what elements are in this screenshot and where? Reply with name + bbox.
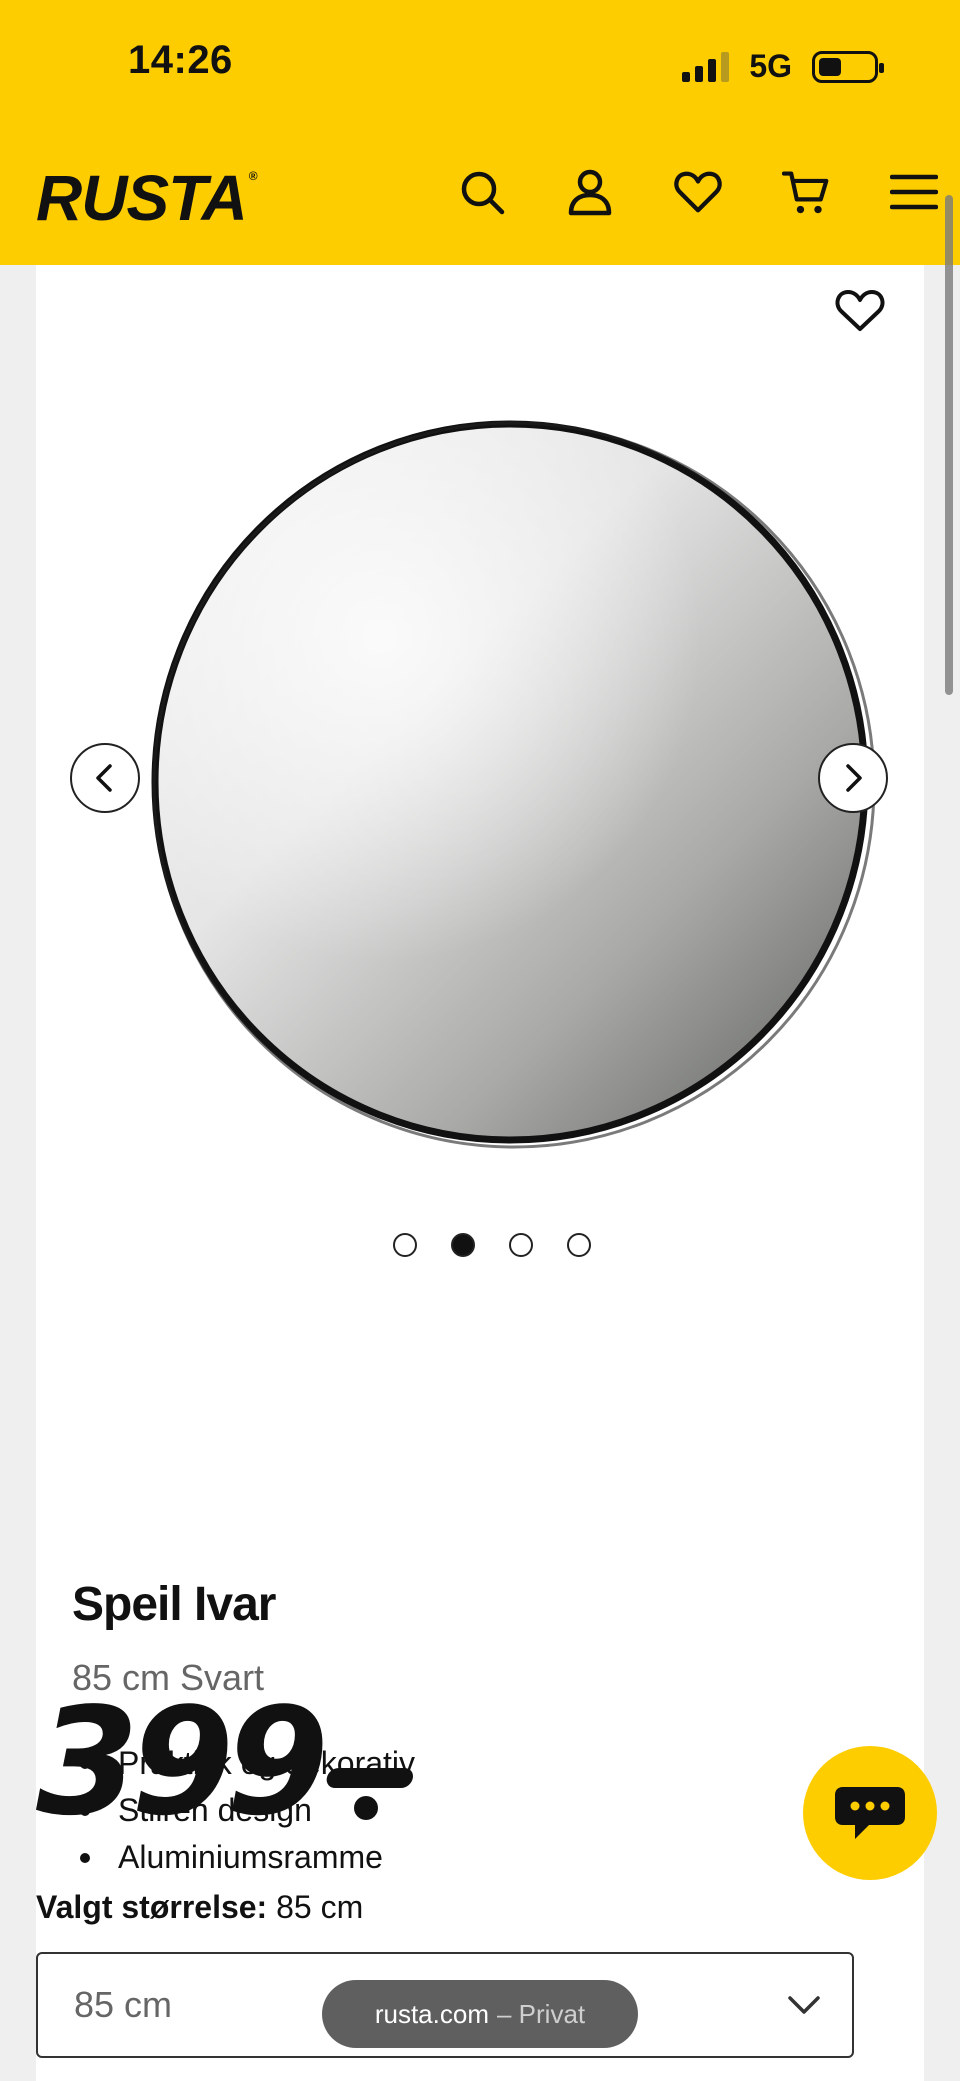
browser-mode: – Privat (497, 1998, 586, 2029)
status-time: 14:26 (128, 38, 233, 82)
search-icon[interactable] (458, 166, 506, 218)
rusta-logo[interactable]: RUSTA ® (36, 166, 258, 230)
status-indicators: 5G (682, 48, 884, 85)
size-label-value: 85 cm (276, 1889, 364, 1925)
size-label: Valgt størrelse: 85 cm (36, 1889, 364, 1925)
chat-icon (835, 1787, 905, 1839)
cart-icon[interactable] (782, 166, 830, 218)
favorite-heart-icon[interactable] (832, 283, 888, 339)
menu-icon[interactable] (890, 166, 938, 218)
product-image (128, 415, 878, 1165)
browser-url-bar[interactable]: rusta.com – Privat (322, 1980, 638, 2048)
header-nav (458, 166, 938, 218)
gallery-next-button[interactable] (818, 743, 888, 813)
gallery-dot[interactable] (567, 1233, 591, 1257)
signal-icon (682, 51, 730, 82)
top-header: 14:26 5G RUSTA ® (0, 0, 960, 265)
product-price: 399 (36, 1676, 329, 1848)
product-gallery[interactable] (36, 265, 924, 1215)
product-title: Speil Ivar (72, 1578, 276, 1631)
heart-icon[interactable] (674, 166, 722, 218)
gallery-dot[interactable] (509, 1233, 533, 1257)
account-icon[interactable] (566, 166, 614, 218)
price-dash-icon (316, 1760, 420, 1827)
gallery-dot[interactable] (393, 1233, 417, 1257)
scrollbar[interactable] (945, 195, 953, 695)
gallery-dot[interactable] (451, 1233, 475, 1257)
size-select-value: 85 cm (74, 1984, 173, 2025)
gallery-pagination (36, 1233, 924, 1257)
chevron-down-icon (786, 1984, 822, 2029)
network-type: 5G (749, 48, 792, 84)
battery-icon (812, 50, 884, 83)
gallery-prev-button[interactable] (70, 743, 140, 813)
browser-domain: rusta.com (374, 1998, 489, 2029)
chat-button[interactable] (803, 1746, 937, 1880)
